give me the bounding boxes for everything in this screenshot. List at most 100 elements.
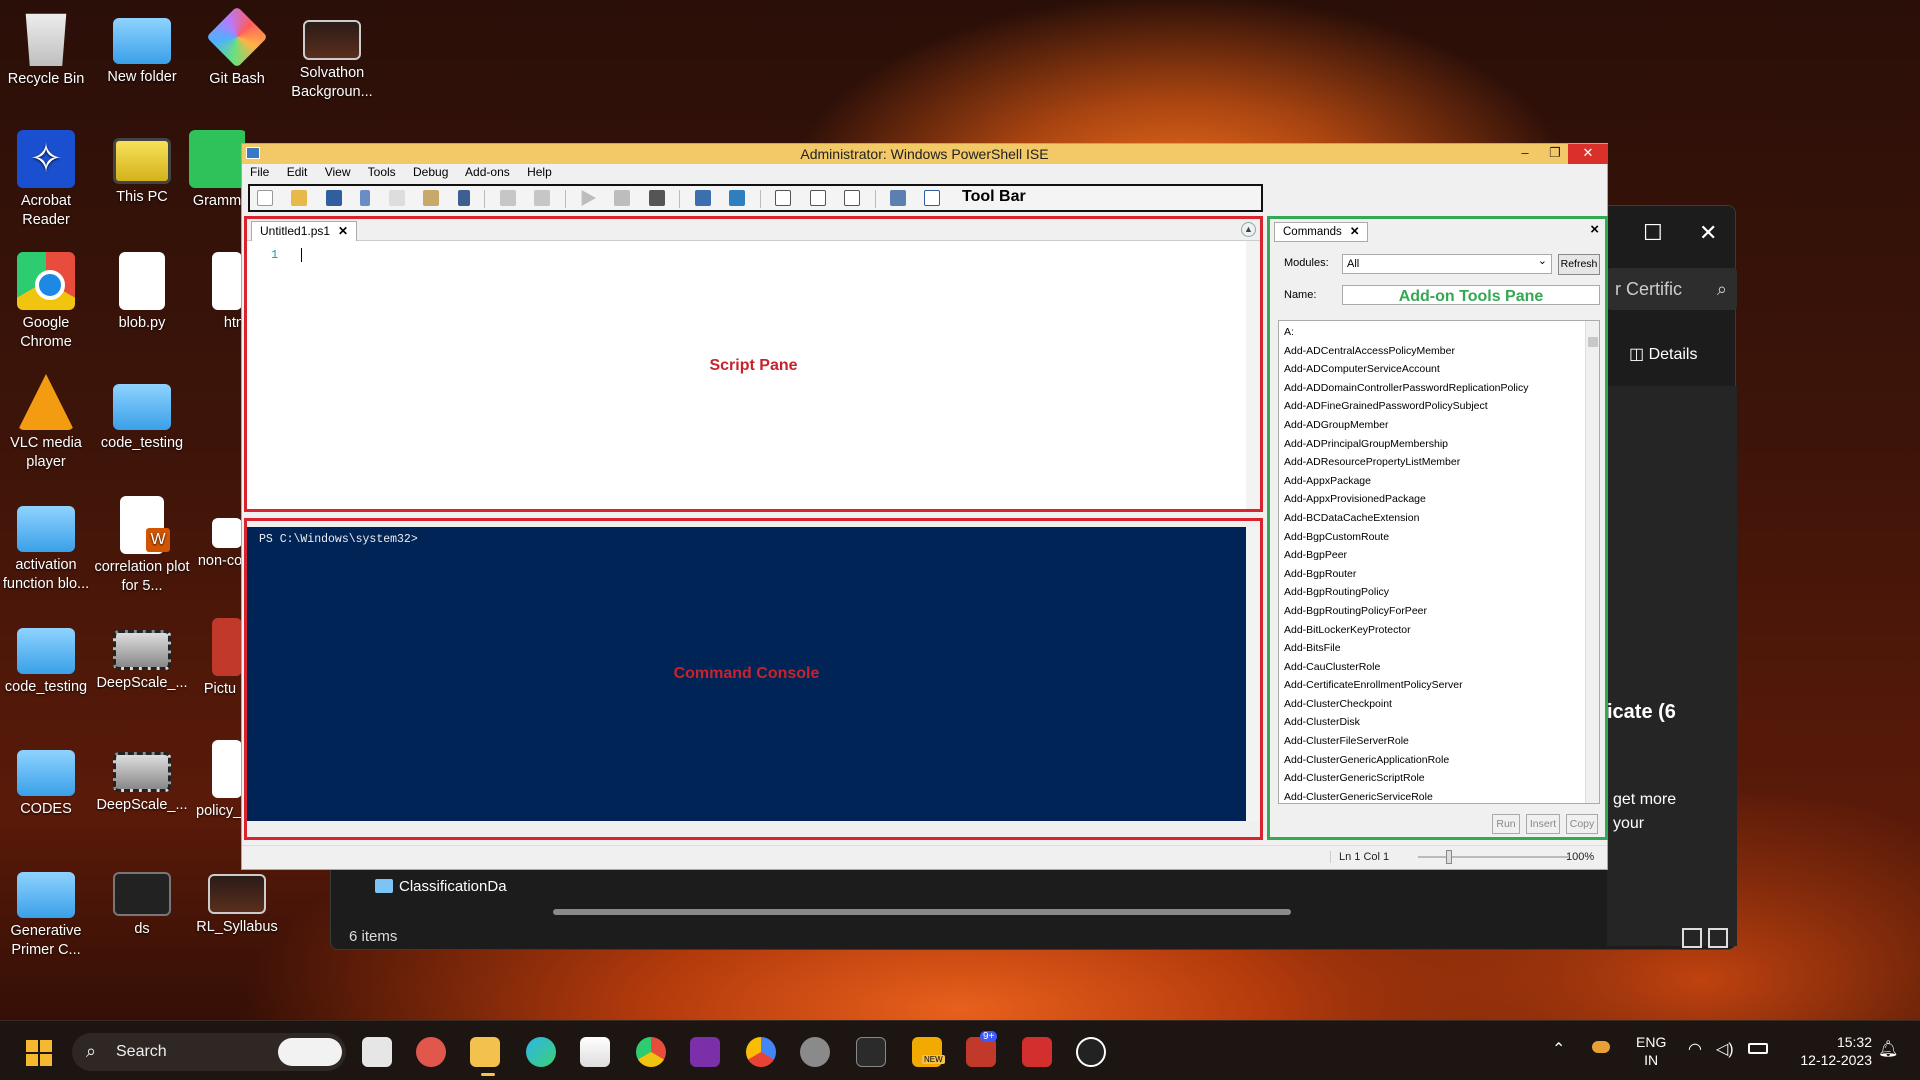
desktop-icon-blob-py[interactable]: blob.py [94,252,190,333]
list-item[interactable]: Add-ClusterGenericApplicationRole [1284,751,1599,770]
chrome-taskbar-icon[interactable] [636,1037,666,1067]
chrome-profile-icon[interactable] [746,1037,776,1067]
zoom-slider[interactable] [1418,856,1568,858]
desktop-icon-codes[interactable]: CODES [0,740,94,819]
list-item[interactable]: Add-CauClusterRole [1284,658,1599,677]
list-item[interactable]: Add-ADDomainControllerPasswordReplicatio… [1284,379,1599,398]
list-item[interactable]: Add-ClusterFileServerRole [1284,732,1599,751]
desktop-icon-deepscale[interactable]: DeepScale_... [94,618,190,693]
desktop-icon-code-testing-2[interactable]: code_testing [0,618,94,697]
list-item[interactable]: Add-ADGroupMember [1284,416,1599,435]
refresh-button[interactable]: Refresh [1558,254,1600,275]
desktop-icon-git-bash[interactable]: Git Bash [189,6,285,89]
explorer-maximize-button[interactable]: ☐ [1643,220,1663,246]
wifi-icon[interactable]: ◠ [1688,1039,1702,1059]
menu-view[interactable]: View [325,165,351,179]
command-console[interactable]: PS C:\Windows\system32> Command Console [244,518,1263,840]
desktop-icon-chrome[interactable]: Google Chrome [0,252,94,352]
desktop-icon-this-pc[interactable]: This PC [94,130,190,207]
list-item[interactable]: Add-BgpPeer [1284,546,1599,565]
desktop-icon-rl-syllabus[interactable]: RL_Syllabus [189,862,285,937]
show-script-maximized-icon[interactable] [844,190,861,206]
redo-icon[interactable] [534,190,551,206]
clear-console-icon[interactable] [457,190,470,206]
edge-icon[interactable] [526,1037,556,1067]
commands-list[interactable]: A: Add-ADCentralAccessPolicyMember Add-A… [1278,320,1600,804]
run-selection-icon[interactable] [614,190,631,206]
explorer-close-button[interactable]: ✕ [1699,220,1717,246]
restore-button[interactable]: ❐ [1542,144,1568,164]
pdf-tool-icon[interactable] [1022,1037,1052,1067]
zoom-slider-thumb[interactable] [1446,850,1452,864]
desktop-icon-non-co[interactable]: non-co [196,496,244,571]
list-item[interactable]: Add-CertificateEnrollmentPolicyServer [1284,676,1599,695]
start-button[interactable] [26,1040,52,1066]
scroll-thumb[interactable] [1588,337,1598,347]
details-view-icon[interactable] [1682,928,1702,948]
menu-debug[interactable]: Debug [413,165,448,179]
terminal-icon[interactable] [856,1037,886,1067]
show-command-addon-icon[interactable] [924,190,941,206]
list-item[interactable]: Add-BgpCustomRoute [1284,528,1599,547]
tiles-view-icon[interactable] [1708,928,1728,948]
tab-untitled1[interactable]: Untitled1.ps1 ✕ [251,221,358,241]
details-button[interactable]: ◫ Details [1629,344,1697,364]
script-vertical-scrollbar[interactable] [1246,241,1260,509]
taskbar-search[interactable]: ⌕ Search [72,1033,346,1071]
paste-icon[interactable] [423,190,440,206]
list-item[interactable]: Add-BgpRouter [1284,565,1599,584]
task-view-icon[interactable] [362,1037,392,1067]
minimize-button[interactable]: – [1512,144,1538,164]
menu-edit[interactable]: Edit [287,165,308,179]
desktop-icon-acrobat[interactable]: ✧ Acrobat Reader [0,130,94,230]
desktop-icon-htn[interactable]: htn [196,252,244,333]
desktop-icon-vlc[interactable]: VLC media player [0,374,94,472]
desktop-icon-deepscale-2[interactable]: DeepScale_... [94,740,190,815]
menu-file[interactable]: File [250,165,269,179]
desktop-icon-code-testing[interactable]: code_testing [94,374,190,453]
list-item[interactable]: Add-BgpRoutingPolicyForPeer [1284,602,1599,621]
volume-icon[interactable]: ◁) [1716,1039,1734,1059]
notification-bell-icon[interactable]: 🔔︎ [1878,1039,1898,1059]
desktop-icon-ds[interactable]: ds [94,862,190,939]
list-item[interactable]: Add-BCDataCacheExtension [1284,509,1599,528]
menu-help[interactable]: Help [527,165,552,179]
cut-icon[interactable] [360,190,371,206]
onenote-icon[interactable] [690,1037,720,1067]
desktop-icon-solvathon[interactable]: Solvathon Backgroun... [284,8,380,102]
script-pane[interactable]: Untitled1.ps1 ✕ ▲ 1 Script Pane [244,216,1263,512]
desktop-icon-policy[interactable]: policy_t [196,740,244,821]
list-item[interactable]: Add-ADCentralAccessPolicyMember [1284,342,1599,361]
run-button[interactable]: Run [1492,814,1520,834]
open-file-icon[interactable] [291,190,308,206]
close-addon-pane-icon[interactable]: × [1590,221,1599,238]
list-item[interactable]: A: [1284,323,1599,342]
run-script-icon[interactable] [581,190,596,206]
insert-button[interactable]: Insert [1526,814,1560,834]
modules-select[interactable]: All [1342,252,1552,274]
list-item[interactable]: Add-ADComputerServiceAccount [1284,360,1599,379]
list-item[interactable]: Add-ClusterDisk [1284,713,1599,732]
list-item[interactable]: Add-ADFineGrainedPasswordPolicySubject [1284,397,1599,416]
close-tab-icon[interactable]: ✕ [338,224,348,238]
collapse-script-pane-icon[interactable]: ▲ [1241,222,1256,237]
stop-icon[interactable] [648,190,665,206]
list-item[interactable]: Add-AppxPackage [1284,472,1599,491]
explorer-horizontal-scrollbar[interactable] [553,909,1291,915]
close-button[interactable]: ✕ [1568,144,1608,164]
list-item[interactable]: Add-ClusterGenericScriptRole [1284,769,1599,788]
list-item[interactable]: Add-ClusterCheckpoint [1284,695,1599,714]
copy-button[interactable]: Copy [1566,814,1598,834]
desktop-icon-new-folder[interactable]: New folder [94,8,190,87]
explorer-search-field[interactable]: r Certific ⌕ [1607,268,1737,310]
desktop-icon-grammarly[interactable]: Gramm [189,130,245,211]
desktop-icon-generative[interactable]: Generative Primer C... [0,862,94,960]
list-item[interactable]: Add-BgpRoutingPolicy [1284,583,1599,602]
clock-app-icon[interactable] [1076,1037,1106,1067]
remote-powershell-icon[interactable] [694,190,711,206]
nav-folder-item[interactable]: ClassificationDa [375,878,507,895]
copy-icon[interactable] [388,190,405,206]
onedrive-icon[interactable] [1592,1041,1610,1053]
menu-tools[interactable]: Tools [368,165,396,179]
list-item[interactable]: Add-ADResourcePropertyListMember [1284,453,1599,472]
